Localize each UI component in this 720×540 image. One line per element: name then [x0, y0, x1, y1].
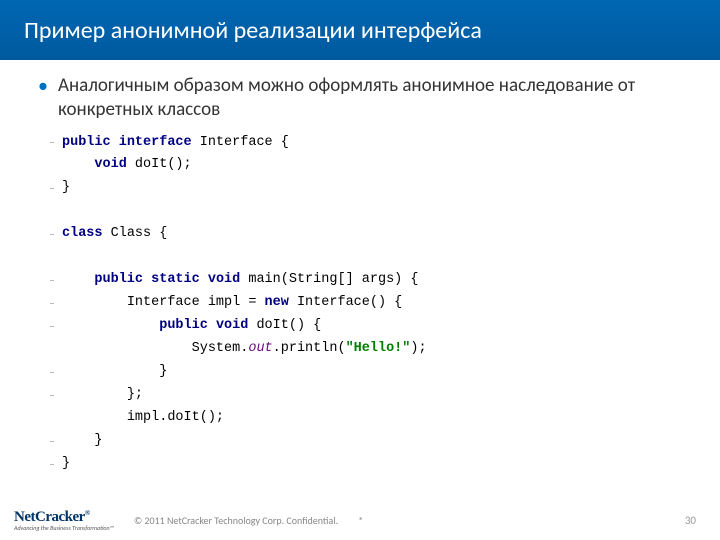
code-line: } — [50, 361, 692, 384]
code-line: } — [50, 430, 692, 453]
code-line: void doIt(); — [50, 154, 692, 177]
page-number: 30 — [685, 514, 696, 527]
bullet-text: Аналогичным образом можно оформлять анон… — [58, 74, 692, 122]
slide-title: Пример анонимной реализации интерфейса — [24, 16, 482, 45]
code-line: } — [50, 453, 692, 476]
code-line: public interface Interface { — [50, 132, 692, 155]
code-line: class Class { — [50, 223, 692, 246]
slide-content: • Аналогичным образом можно оформлять ан… — [0, 60, 720, 476]
code-line: } — [50, 177, 692, 200]
bullet-item: • Аналогичным образом можно оформлять ан… — [38, 74, 692, 122]
code-line: public void doIt() { — [50, 315, 692, 338]
code-block: public interface Interface { void doIt()… — [50, 132, 692, 476]
copyright-text: © 2011 NetCracker Technology Corp. Confi… — [134, 514, 338, 527]
code-line: Interface impl = new Interface() { — [50, 292, 692, 315]
bullet-marker: • — [38, 74, 48, 98]
logo-tagline: Advancing the Business Transformation™ — [14, 524, 114, 532]
slide-header: Пример анонимной реализации интерфейса — [0, 0, 720, 60]
slide-footer: NetCracker® Advancing the Business Trans… — [0, 509, 720, 532]
code-line — [50, 246, 692, 269]
code-line: }; — [50, 384, 692, 407]
logo: NetCracker® Advancing the Business Trans… — [14, 509, 114, 532]
footer-asterisk: * — [358, 514, 363, 527]
code-line: public static void main(String[] args) { — [50, 269, 692, 292]
code-line: System.out.println("Hello!"); — [50, 338, 692, 361]
code-line: impl.doIt(); — [50, 407, 692, 430]
code-line — [50, 200, 692, 223]
